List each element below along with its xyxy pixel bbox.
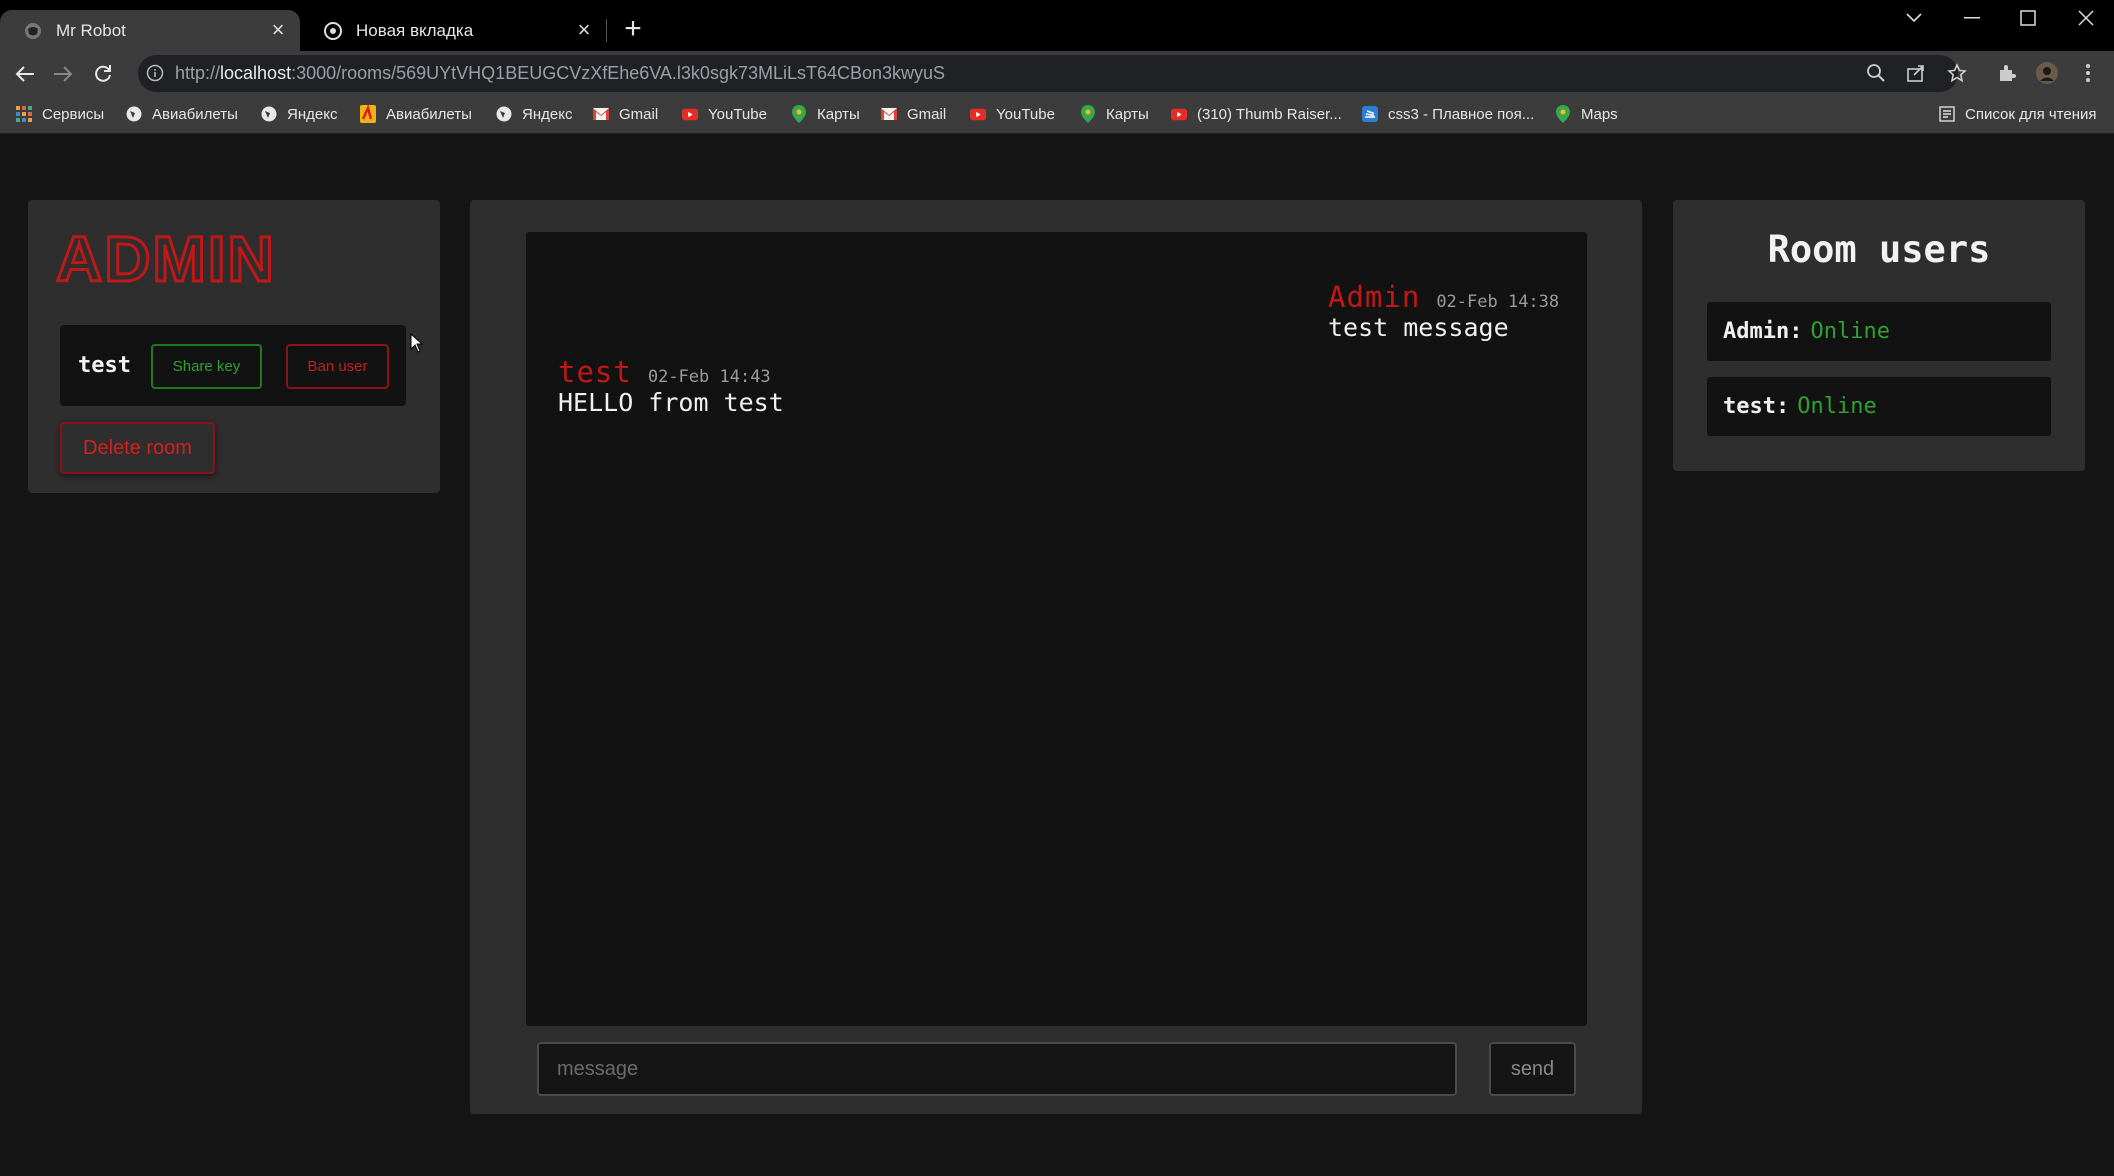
bookmark-label: Авиабилеты xyxy=(386,105,472,123)
maps-pin-icon xyxy=(1080,105,1096,123)
message-text: HELLO from test xyxy=(558,388,784,417)
online-status: Online xyxy=(1797,394,1877,419)
online-status: Online xyxy=(1810,319,1890,344)
new-tab-plus-icon[interactable]: + xyxy=(620,14,646,44)
globe-icon xyxy=(126,106,142,122)
bookmark-yandex-2[interactable]: Яндекс xyxy=(496,103,572,125)
tab-close-icon[interactable]: × xyxy=(266,18,290,43)
tab-new-tab[interactable]: Новая вкладка × xyxy=(300,10,606,51)
bookmark-label: Maps xyxy=(1581,105,1618,123)
profile-avatar-icon[interactable] xyxy=(2034,60,2060,86)
tab-close-icon[interactable]: × xyxy=(572,18,596,43)
aviasales-icon xyxy=(360,105,376,123)
bookmark-label: Карты xyxy=(817,105,860,123)
message-header: test 02-Feb 14:43 xyxy=(558,355,771,389)
message-timestamp: 02-Feb 14:43 xyxy=(647,367,771,387)
zoom-icon[interactable] xyxy=(1863,60,1889,86)
message-header: Admin 02-Feb 14:38 xyxy=(1328,280,1559,314)
bookmark-karty[interactable]: Карты xyxy=(791,103,860,125)
bookmark-maps[interactable]: Maps xyxy=(1555,103,1618,125)
bookmark-label: Gmail xyxy=(907,105,947,123)
ban-user-button[interactable]: Ban user xyxy=(286,344,389,389)
bookmark-label: css3 - Плавное поя... xyxy=(1388,105,1535,123)
bookmark-label: Сервисы xyxy=(42,105,105,123)
bookmark-label: Яндекс xyxy=(287,105,338,123)
room-user-name: Admin: xyxy=(1723,319,1803,344)
room-user-name: test: xyxy=(1723,394,1790,419)
url-rest: :3000/rooms/569UYtVHQ1BEUGCVzXfEhe6VA.l3… xyxy=(291,63,946,83)
bookmark-star-icon[interactable] xyxy=(1944,60,1970,86)
message-author: test xyxy=(558,355,632,389)
url-prefix: http:// xyxy=(175,63,221,83)
apps-grid-icon xyxy=(16,106,32,122)
bookmark-karty-2[interactable]: Карты xyxy=(1080,103,1149,125)
bookmark-aviabilety-2[interactable]: Авиабилеты xyxy=(360,103,472,125)
tab-mr-robot[interactable]: Mr Robot × xyxy=(0,10,300,51)
gmail-icon xyxy=(593,106,609,122)
bookmark-label: (310) Thumb Raiser... xyxy=(1197,105,1342,123)
bookmark-label: Карты xyxy=(1106,105,1149,123)
message-input[interactable] xyxy=(537,1042,1457,1096)
youtube-icon xyxy=(970,106,986,122)
bookmark-aviabilety[interactable]: Авиабилеты xyxy=(126,103,238,125)
bookmark-youtube[interactable]: YouTube xyxy=(682,103,767,125)
share-icon[interactable] xyxy=(1903,60,1929,86)
bookmark-youtube-2[interactable]: YouTube xyxy=(970,103,1055,125)
delete-room-button[interactable]: Delete room xyxy=(60,422,215,474)
globe-icon xyxy=(261,106,277,122)
room-user-card: Admin: Online xyxy=(1707,302,2051,361)
gmail-icon xyxy=(881,106,897,122)
send-button[interactable]: send xyxy=(1489,1042,1576,1096)
window-close-icon[interactable] xyxy=(2058,0,2114,36)
admin-logo: ADMIN xyxy=(55,222,276,297)
message-timestamp: 02-Feb 14:38 xyxy=(1436,292,1560,312)
bookmark-yandex[interactable]: Яндекс xyxy=(261,103,337,125)
tab-title: Mr Robot xyxy=(56,20,126,40)
reading-list-label: Список для чтения xyxy=(1965,105,2097,123)
chat-messages-area[interactable] xyxy=(526,232,1587,1026)
bookmark-label: YouTube xyxy=(996,105,1055,123)
admin-logo-text: ADMIN xyxy=(56,225,276,287)
message-author: Admin xyxy=(1328,280,1421,314)
tab-separator xyxy=(606,19,607,42)
mask-favicon-icon xyxy=(24,22,42,40)
forward-arrow-icon[interactable] xyxy=(48,59,78,89)
bookmark-gmail[interactable]: Gmail xyxy=(593,103,658,125)
bookmark-gmail-2[interactable]: Gmail xyxy=(881,103,946,125)
site-info-icon[interactable] xyxy=(142,60,168,86)
mouse-cursor-icon xyxy=(410,332,424,358)
tab-search-chevron-icon[interactable] xyxy=(1886,0,1942,36)
room-user-card: test: Online xyxy=(1707,377,2051,436)
bookmark-services[interactable]: Сервисы xyxy=(16,103,104,125)
url-host: localhost xyxy=(220,63,292,83)
maximize-icon[interactable] xyxy=(2000,0,2056,36)
room-users-title: Room users xyxy=(1767,228,1991,271)
bookmark-thumb-raiser[interactable]: (310) Thumb Raiser... xyxy=(1171,103,1342,125)
youtube-icon xyxy=(682,106,698,122)
bookmark-label: Яндекс xyxy=(522,105,573,123)
back-arrow-icon[interactable] xyxy=(10,59,40,89)
share-key-button[interactable]: Share key xyxy=(151,344,262,389)
url-text[interactable]: http://localhost:3000/rooms/569UYtVHQ1BE… xyxy=(175,63,945,84)
tab-title: Новая вкладка xyxy=(356,20,474,40)
room-user-name: test xyxy=(78,353,131,378)
bookmark-label: Авиабилеты xyxy=(152,105,238,123)
bookmark-label: YouTube xyxy=(708,105,767,123)
reading-list-icon xyxy=(1939,106,1955,122)
maps-pin-icon xyxy=(1555,105,1571,123)
youtube-icon xyxy=(1171,106,1187,122)
minimize-icon[interactable] xyxy=(1944,0,2000,36)
reload-icon[interactable] xyxy=(88,59,118,89)
bookmark-css3[interactable]: css3 - Плавное поя... xyxy=(1362,103,1534,125)
globe-icon xyxy=(496,106,512,122)
menu-kebab-icon[interactable] xyxy=(2075,60,2101,86)
bookmark-label: Gmail xyxy=(619,105,659,123)
extensions-puzzle-icon[interactable] xyxy=(1994,60,2020,86)
message-text: test message xyxy=(1328,313,1509,342)
stackoverflow-icon xyxy=(1362,106,1378,122)
maps-pin-icon xyxy=(791,105,807,123)
chrome-icon xyxy=(324,21,342,40)
reading-list[interactable]: Список для чтения xyxy=(1939,103,2097,125)
